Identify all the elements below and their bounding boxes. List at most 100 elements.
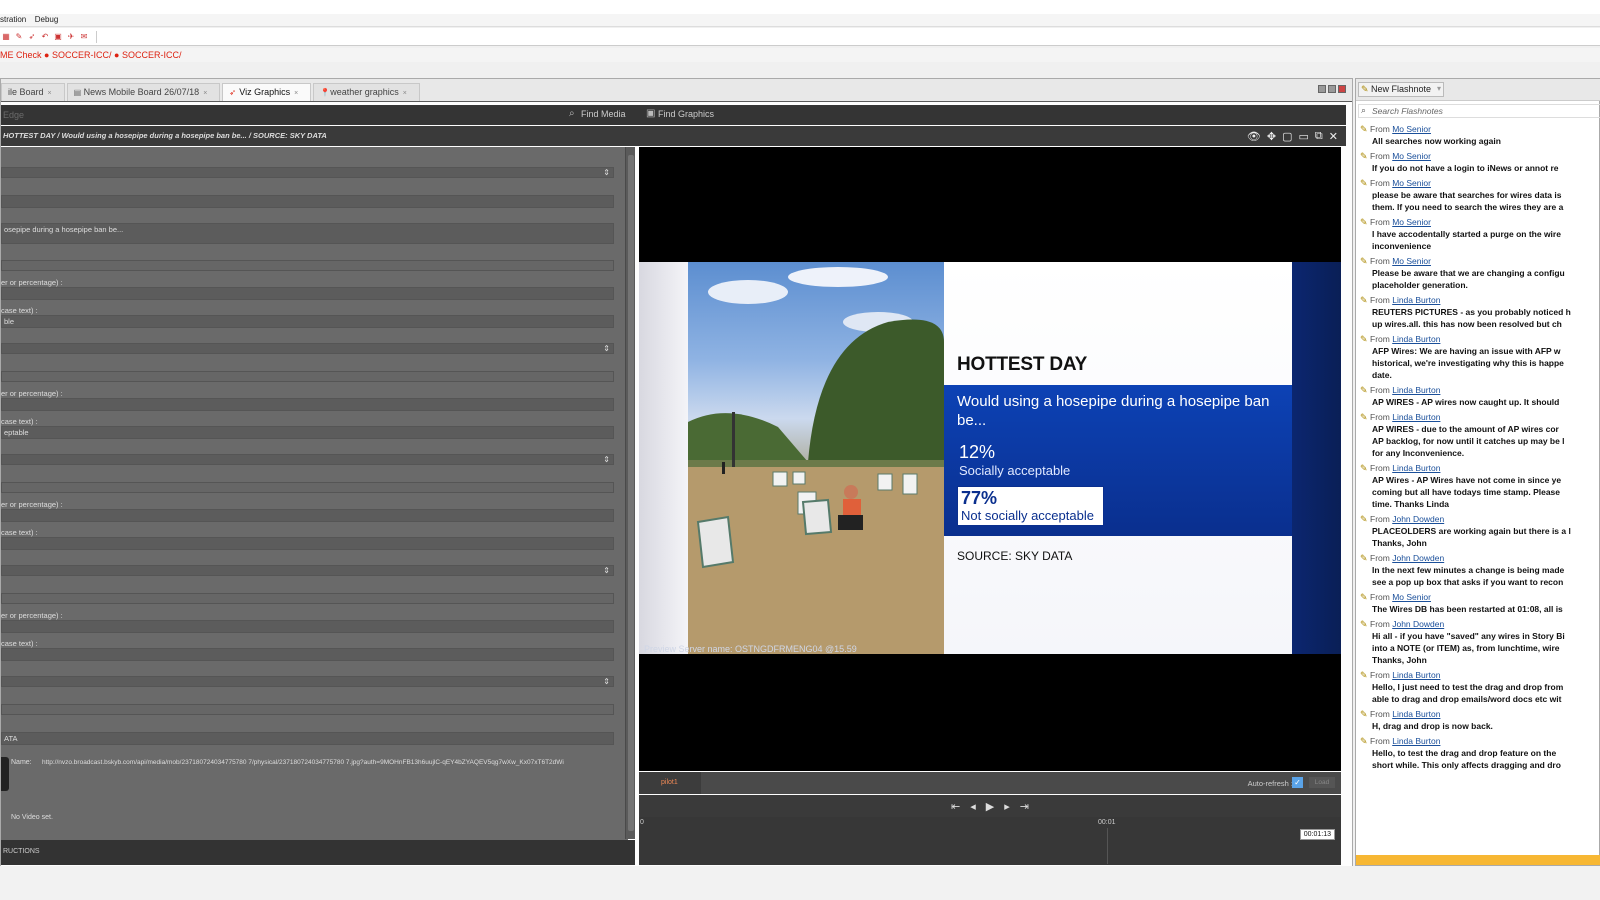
flashnote-item[interactable]: ✎ From John Dowden Hi all - if you have "s…	[1356, 617, 1600, 668]
timeline[interactable]: 0 00:01 00:01:13	[639, 817, 1341, 865]
flashnote-item[interactable]: ✎ From Mo Senior I have accodentally start…	[1356, 215, 1600, 254]
flashnote-author-link[interactable]: Linda Burton	[1392, 385, 1440, 395]
tool-icon[interactable]: ▦	[1, 32, 11, 42]
close-icon[interactable]: ×	[48, 90, 52, 97]
question-field[interactable]: osepipe during a hosepipe ban be...	[1, 223, 614, 244]
new-icon[interactable]: ▢	[1282, 130, 1292, 143]
flashnote-item[interactable]: ✎ From Linda Burton AP WIRES - AP wires no…	[1356, 383, 1600, 410]
breadcrumb-item[interactable]: SOCCER-ICC/	[52, 50, 112, 60]
flashnote-item[interactable]: ✎ From Linda Burton AP WIRES - due to the …	[1356, 410, 1600, 461]
form-scrollbar[interactable]	[625, 147, 635, 839]
flashnote-search-input[interactable]: ⌕ Search Flashnotes	[1358, 104, 1600, 118]
number-field[interactable]	[1, 620, 614, 633]
breadcrumb-item[interactable]: SOCCER-ICC/	[122, 50, 182, 60]
flashnote-item[interactable]: ✎ From Mo Senior If you do not have a logi…	[1356, 149, 1600, 176]
number-field[interactable]	[1, 509, 614, 522]
load-button[interactable]: Load	[1309, 777, 1335, 788]
chevron-down-icon[interactable]: ▾	[1437, 84, 1441, 93]
flashnote-item[interactable]: ✎ From John Dowden In the next few minutes…	[1356, 551, 1600, 590]
play-icon[interactable]: ▶	[986, 800, 994, 813]
number-field[interactable]	[1, 398, 614, 411]
answer-dropdown[interactable]	[1, 565, 614, 576]
save-icon[interactable]: ▭	[1299, 130, 1309, 143]
flashnote-author-link[interactable]: Linda Burton	[1392, 736, 1440, 746]
flashnote-item[interactable]: ✎ From Linda Burton Hello, I just need to …	[1356, 668, 1600, 707]
image-thumbnail-icon[interactable]	[1, 757, 9, 791]
flashnote-icon: ✎	[1360, 619, 1368, 629]
image-url[interactable]: http://nvzo.broadcast.bskyb.com/api/medi…	[42, 759, 614, 766]
flashnote-item[interactable]: ✎ From Mo Senior All searches now working …	[1356, 122, 1600, 149]
flashnote-author-link[interactable]: Linda Burton	[1392, 463, 1440, 473]
flashnote-author-link[interactable]: John Dowden	[1392, 553, 1444, 563]
instructions-bar[interactable]: RUCTIONS	[1, 840, 635, 865]
auto-refresh-checkbox[interactable]: ✓	[1292, 777, 1303, 788]
flashnote-author-link[interactable]: Mo Senior	[1392, 592, 1431, 602]
flashnote-author-link[interactable]: Linda Burton	[1392, 709, 1440, 719]
flashnote-author-link[interactable]: Linda Burton	[1392, 412, 1440, 422]
find-graphics-button[interactable]: ▣ Find Graphics	[646, 108, 714, 119]
move-icon[interactable]: ✥	[1267, 130, 1276, 143]
flashnote-author-link[interactable]: Mo Senior	[1392, 178, 1431, 188]
flashnote-item[interactable]: ✎ From Linda Burton Hello, to test the dra…	[1356, 734, 1600, 773]
scrollbar-thumb[interactable]	[628, 155, 634, 831]
close-icon[interactable]: ×	[203, 90, 207, 97]
flashnote-author-link[interactable]: John Dowden	[1392, 619, 1444, 629]
tab-viz-graphics[interactable]: ➶ Viz Graphics ×	[222, 83, 312, 101]
flashnote-item[interactable]: ✎ From Mo Senior please be aware that sear…	[1356, 176, 1600, 215]
flashnote-author-link[interactable]: Linda Burton	[1392, 295, 1440, 305]
text-field[interactable]	[1, 648, 614, 661]
pilot-tab[interactable]: pilot1	[639, 772, 701, 794]
tool-icon[interactable]: ➶	[27, 32, 37, 42]
tab-mobile-board[interactable]: ile Board ×	[1, 83, 65, 101]
tab-news-mobile-board[interactable]: ▤ News Mobile Board 26/07/18 ×	[66, 83, 221, 101]
close-icon[interactable]	[1338, 85, 1346, 93]
copy-icon[interactable]: ⧉	[1315, 130, 1323, 143]
answer-dropdown[interactable]	[1, 343, 614, 354]
flashnote-item[interactable]: ✎ From Linda Burton H, drag and drop is no…	[1356, 707, 1600, 734]
template-dropdown[interactable]	[1, 167, 614, 178]
skip-start-icon[interactable]: ⇤	[951, 800, 960, 813]
number-field[interactable]	[1, 287, 614, 300]
tool-icon[interactable]: ✉	[79, 32, 89, 42]
menu-item-debug[interactable]: Debug	[35, 14, 65, 24]
answer-dropdown[interactable]	[1, 454, 614, 465]
tool-icon[interactable]: ✎	[14, 32, 24, 42]
tool-icon[interactable]: ↶	[40, 32, 50, 42]
flashnote-item[interactable]: ✎ From Mo Senior Please be aware that we a…	[1356, 254, 1600, 293]
flashnote-item[interactable]: ✎ From Mo Senior The Wires DB has been res…	[1356, 590, 1600, 617]
title-field[interactable]	[1, 195, 614, 208]
eye-icon[interactable]: 👁	[1247, 130, 1261, 143]
tool-icon[interactable]: ▣	[53, 32, 63, 42]
flashnote-author-link[interactable]: Linda Burton	[1392, 670, 1440, 680]
new-flashnote-button[interactable]: ✎ New Flashnote ▾	[1358, 82, 1444, 97]
flashnote-author-link[interactable]: Mo Senior	[1392, 124, 1431, 134]
step-forward-icon[interactable]: ▸	[1004, 800, 1010, 813]
text-field[interactable]: eptable	[1, 426, 614, 439]
tool-icon[interactable]: ✈	[66, 32, 76, 42]
step-back-icon[interactable]: ◂	[970, 800, 976, 813]
flashnote-item[interactable]: ✎ From Linda Burton AP Wires - AP Wires ha…	[1356, 461, 1600, 512]
flashnote-author-link[interactable]: John Dowden	[1392, 514, 1444, 524]
flashnote-author-link[interactable]: Mo Senior	[1392, 217, 1431, 227]
close-icon[interactable]: ×	[294, 90, 298, 97]
flashnote-author-link[interactable]: Mo Senior	[1392, 256, 1431, 266]
menu-item-administration[interactable]: stration	[0, 14, 32, 24]
tab-weather-graphics[interactable]: 📍weather graphics ×	[313, 83, 420, 101]
close-icon[interactable]: ×	[403, 90, 407, 97]
flashnote-from: ✎ From Linda Burton	[1360, 385, 1600, 396]
close-icon[interactable]: ✕	[1329, 130, 1338, 143]
answer-dropdown[interactable]	[1, 676, 614, 687]
flashnote-author-link[interactable]: Mo Senior	[1392, 151, 1431, 161]
text-field[interactable]: ble	[1, 315, 614, 328]
maximize-icon[interactable]	[1328, 85, 1336, 93]
text-field[interactable]	[1, 537, 614, 550]
find-media-button[interactable]: ⌕ Find Media	[569, 108, 626, 119]
flashnote-item[interactable]: ✎ From John Dowden PLACEOLDERS are working…	[1356, 512, 1600, 551]
skip-end-icon[interactable]: ⇥	[1020, 800, 1029, 813]
breadcrumb-prefix[interactable]: ME Check	[0, 50, 42, 60]
source-field[interactable]: ATA	[1, 732, 614, 745]
flashnote-item[interactable]: ✎ From Linda Burton AFP Wires: We are havi…	[1356, 332, 1600, 383]
flashnote-author-link[interactable]: Linda Burton	[1392, 334, 1440, 344]
minimize-icon[interactable]	[1318, 85, 1326, 93]
flashnote-item[interactable]: ✎ From Linda Burton REUTERS PICTURES - as …	[1356, 293, 1600, 332]
